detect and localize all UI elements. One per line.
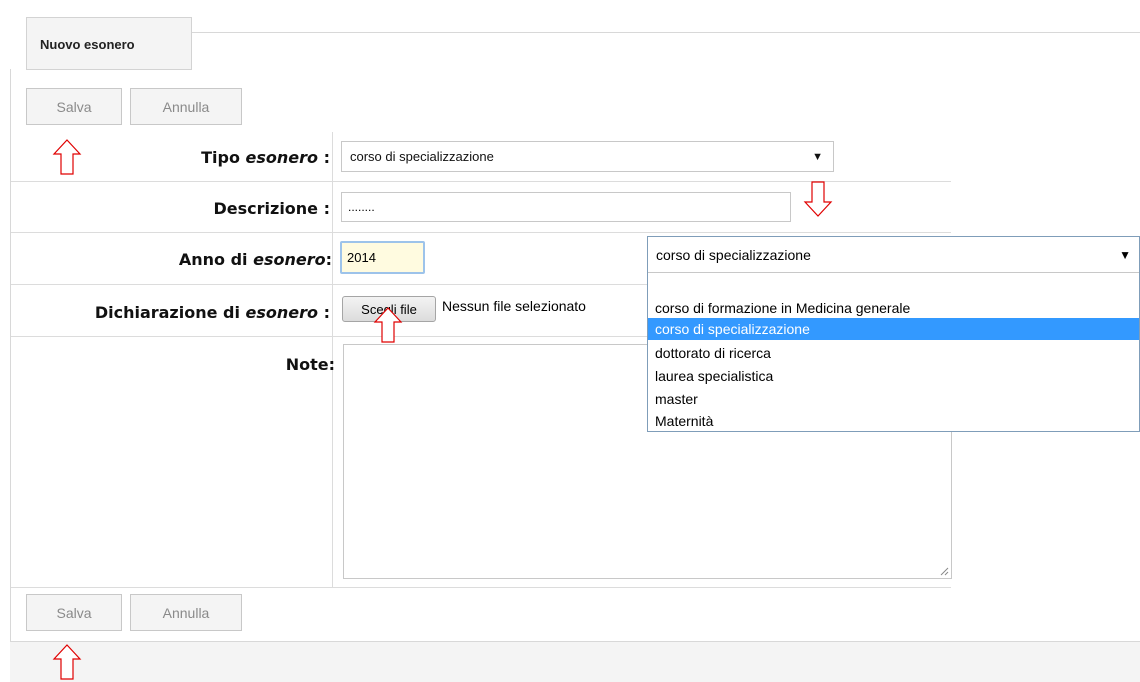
anno-esonero-input[interactable]: 2014 bbox=[340, 241, 425, 274]
chevron-down-icon: ▼ bbox=[812, 150, 823, 163]
tipo-esonero-select[interactable]: corso di specializzazione ▼ bbox=[341, 141, 834, 172]
cancel-button-bottom[interactable]: Annulla bbox=[130, 594, 242, 631]
anno-esonero-value: 2014 bbox=[347, 250, 376, 265]
save-button-bottom[interactable]: Salva bbox=[26, 594, 122, 631]
cancel-button-top[interactable]: Annulla bbox=[130, 88, 242, 125]
dropdown-option[interactable]: dottorato di ricerca bbox=[648, 341, 1139, 365]
dropdown-option[interactable]: laurea specialistica bbox=[648, 364, 1139, 388]
dropdown-selected-value: corso di specializzazione bbox=[656, 246, 811, 263]
row-divider bbox=[11, 587, 951, 588]
save-button-top[interactable]: Salva bbox=[26, 88, 122, 125]
descrizione-label: Descrizione : bbox=[213, 199, 330, 218]
file-status-text: Nessun file selezionato bbox=[442, 298, 586, 314]
annotation-arrow-up-icon bbox=[373, 307, 403, 343]
resize-handle-icon[interactable] bbox=[940, 567, 949, 576]
anno-esonero-label: Anno di esonero: bbox=[178, 250, 332, 269]
note-label: Note: bbox=[285, 355, 335, 374]
annotation-arrow-down-icon bbox=[803, 181, 833, 217]
dropdown-selected[interactable]: corso di specializzazione ▼ bbox=[648, 237, 1139, 273]
annotation-arrow-up-icon bbox=[52, 139, 82, 175]
tipo-esonero-dropdown[interactable]: corso di specializzazione ▼ corso di for… bbox=[647, 236, 1140, 432]
tab-nuovo-esonero[interactable]: Nuovo esonero bbox=[26, 17, 192, 70]
annotation-arrow-up-icon bbox=[52, 644, 82, 680]
tipo-esonero-label: Tipo esonero : bbox=[201, 148, 330, 167]
dichiarazione-label: Dichiarazione di esonero : bbox=[94, 303, 330, 322]
fieldset-border-left bbox=[10, 69, 11, 642]
chevron-down-icon: ▼ bbox=[1119, 247, 1131, 262]
dropdown-option-selected[interactable]: corso di specializzazione bbox=[648, 318, 1139, 340]
fieldset-footer bbox=[10, 641, 1140, 682]
descrizione-input[interactable]: ........ bbox=[341, 192, 791, 222]
dropdown-option-empty[interactable] bbox=[648, 274, 1139, 296]
descrizione-value: ........ bbox=[348, 200, 375, 214]
dropdown-option[interactable]: Maternità bbox=[648, 409, 1139, 433]
dropdown-option[interactable]: master bbox=[648, 387, 1139, 411]
fieldset-border-top bbox=[191, 32, 1140, 33]
row-divider bbox=[11, 232, 951, 233]
dropdown-option[interactable]: corso di formazione in Medicina generale bbox=[648, 296, 1139, 320]
tipo-esonero-value: corso di specializzazione bbox=[350, 149, 494, 164]
